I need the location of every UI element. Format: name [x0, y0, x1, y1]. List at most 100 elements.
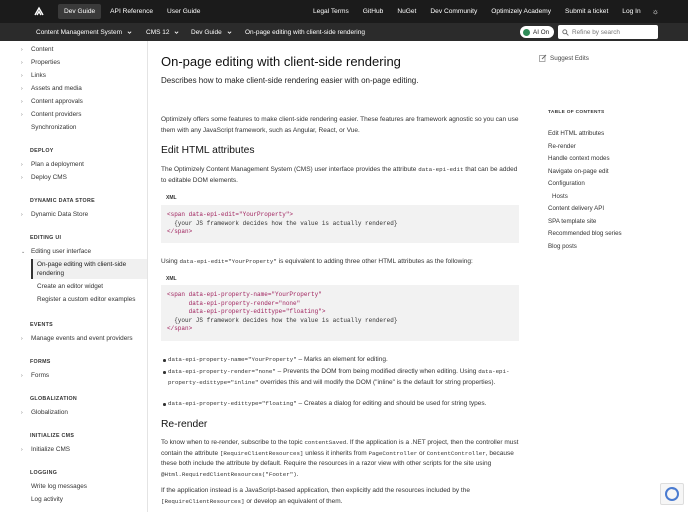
- sidebar-item-links[interactable]: › Links: [21, 72, 46, 79]
- sidebar-heading-deploy: DEPLOY: [30, 148, 54, 154]
- sidebar-item-label: Content: [31, 46, 54, 53]
- sidebar-item-content-approvals[interactable]: › Content approvals: [21, 98, 83, 105]
- rerender-text: To know when to re-render, subscribe to …: [161, 439, 303, 446]
- sidebar-item-label: Assets and media: [31, 85, 82, 92]
- chevron-right-icon: ›: [21, 161, 23, 168]
- toc-item[interactable]: Re-render: [548, 143, 576, 150]
- toc-item[interactable]: Recommended blog series: [548, 230, 622, 237]
- toc-item[interactable]: Configuration: [548, 180, 585, 187]
- sidebar-item-label: Write log messages: [31, 483, 87, 490]
- code-line: </span>: [167, 228, 193, 236]
- page-lede: Describes how to make client-side render…: [161, 76, 419, 85]
- sidebar-item-assets[interactable]: › Assets and media: [21, 85, 82, 92]
- optimizely-logo-icon[interactable]: [32, 5, 46, 19]
- current-page-crumb-label: On-page editing with client-side renderi…: [245, 28, 365, 36]
- rerender-text: or develop an equivalent of them.: [246, 497, 343, 505]
- recaptcha-icon: [665, 487, 679, 501]
- sidebar-item-deploy-cms[interactable]: › Deploy CMS: [21, 174, 67, 181]
- toc-item[interactable]: Edit HTML attributes: [548, 130, 604, 137]
- sidebar-item-label: Create an editor widget: [37, 283, 104, 290]
- sidebar-item-dynamic-data-store[interactable]: › Dynamic Data Store: [21, 211, 88, 218]
- toc-item[interactable]: Handle context modes: [548, 155, 610, 162]
- sidebar-item-label: Manage events and event providers: [31, 335, 133, 342]
- sidebar-item-label: Synchronization: [31, 124, 77, 131]
- sidebar-item-create-editor-widget[interactable]: Create an editor widget: [37, 283, 103, 290]
- chevron-right-icon: ›: [21, 46, 23, 53]
- ai-toggle[interactable]: AI On: [520, 26, 554, 38]
- nav-github[interactable]: GitHub: [356, 8, 391, 15]
- code-line: {your JS framework decides how the value…: [167, 219, 398, 227]
- chevron-right-icon: ›: [21, 111, 23, 118]
- guide-selector[interactable]: Dev Guide: [191, 29, 232, 36]
- sidebar-item-label: Properties: [31, 59, 61, 66]
- sidebar-item-on-page-editing[interactable]: On-page editing with client-side renderi…: [37, 261, 142, 278]
- inline-code: [RequireClientResources]: [219, 449, 304, 457]
- sidebar-item-log-activity[interactable]: Log activity: [31, 496, 63, 503]
- toggle-on-icon: [523, 28, 530, 36]
- inline-code: data-epi-property-name="YourProperty": [168, 356, 297, 363]
- sidebar-item-globalization[interactable]: › Globalization: [21, 409, 68, 416]
- sidebar-heading-editing-ui: EDITING UI: [30, 235, 62, 241]
- nav-log-in[interactable]: Log In: [615, 8, 647, 15]
- recaptcha-badge[interactable]: [660, 483, 684, 505]
- list-item: data-epi-property-edittype="floating" – …: [163, 399, 518, 410]
- chevron-down-icon: [227, 30, 232, 34]
- toc-item[interactable]: Hosts: [552, 193, 568, 200]
- toc-item[interactable]: Content delivery API: [548, 205, 604, 212]
- sidebar-heading-globalization: GLOBALIZATION: [30, 396, 78, 402]
- sidebar-item-properties[interactable]: › Properties: [21, 59, 61, 66]
- toc-item[interactable]: SPA template site: [548, 218, 596, 225]
- version-selector[interactable]: CMS 12: [146, 29, 179, 36]
- sidebar: › Content › Properties › Links › Assets and …: [0, 41, 148, 512]
- nav-dev-community[interactable]: Dev Community: [423, 8, 484, 15]
- nav-dev-guide[interactable]: Dev Guide: [58, 4, 102, 19]
- code-block-1[interactable]: <span data-epi-edit="YourProperty"> {you…: [161, 205, 519, 243]
- search-input[interactable]: Refine by search: [558, 25, 658, 39]
- sidebar-item-write-log-messages[interactable]: Write log messages: [31, 483, 87, 490]
- nav-api-reference[interactable]: API Reference: [103, 0, 160, 23]
- code-language-label: XML: [166, 195, 177, 201]
- inline-code: [RequireClientResources]: [161, 497, 245, 505]
- inline-code: ContentController: [426, 449, 486, 457]
- sidebar-item-content-providers[interactable]: › Content providers: [21, 111, 81, 118]
- sidebar-item-initialize-cms[interactable]: › Initialize CMS: [21, 446, 70, 453]
- inline-code: @Html.RequiredClientResources("Footer"): [161, 470, 297, 478]
- nav-submit-ticket[interactable]: Submit a ticket: [558, 8, 615, 15]
- nav-optimizely-academy[interactable]: Optimizely Academy: [484, 8, 558, 15]
- using-paragraph: Using data-epi-edit="YourProperty" is eq…: [161, 257, 521, 268]
- using-text-1: Using: [161, 258, 178, 265]
- sidebar-item-synchronization[interactable]: Synchronization: [31, 124, 76, 131]
- chevron-down-icon: ⌄: [21, 248, 26, 255]
- bullet-text: – Marks an element for editing.: [298, 356, 388, 363]
- chevron-right-icon: ›: [21, 372, 23, 379]
- nav-nuget[interactable]: NuGet: [390, 8, 423, 15]
- chevron-right-icon: ›: [21, 446, 23, 453]
- product-selector[interactable]: Content Management System: [36, 29, 132, 36]
- chevron-right-icon: ›: [21, 98, 23, 105]
- toc-item[interactable]: Navigate on-page edit: [548, 168, 609, 175]
- chevron-right-icon: ›: [21, 85, 23, 92]
- sidebar-item-label: Log activity: [31, 496, 63, 503]
- sidebar-heading-initialize: INITIALIZE CMS: [30, 433, 75, 439]
- current-page-crumb: On-page editing with client-side renderi…: [245, 29, 365, 36]
- sidebar-item-plan-deployment[interactable]: › Plan a deployment: [21, 161, 84, 168]
- code-block-2[interactable]: <span data-epi-property-name="YourProper…: [161, 285, 519, 341]
- nav-user-guide[interactable]: User Guide: [160, 0, 207, 23]
- theme-toggle-icon[interactable]: ☼: [652, 7, 659, 16]
- sidebar-item-label: Plan a deployment: [31, 161, 84, 168]
- sidebar-item-content[interactable]: › Content: [21, 46, 54, 53]
- sidebar-item-manage-events[interactable]: › Manage events and event providers: [21, 335, 133, 342]
- nav-legal-terms[interactable]: Legal Terms: [306, 8, 356, 15]
- chevron-down-icon: [175, 30, 179, 34]
- sidebar-item-forms[interactable]: › Forms: [21, 372, 49, 379]
- sidebar-item-register-custom-editor[interactable]: Register a custom editor examples: [37, 296, 135, 303]
- edit-icon: [539, 54, 547, 62]
- rerender-text: .: [296, 470, 299, 478]
- version-selector-label: CMS 12: [146, 28, 170, 36]
- toc-item[interactable]: Blog posts: [548, 243, 577, 250]
- sidebar-item-label: Editing user interface: [31, 248, 92, 255]
- code-line: data-epi-property-edittype="floating">: [167, 308, 326, 316]
- suggest-edits-link[interactable]: Suggest Edits: [539, 54, 589, 62]
- sidebar-item-editing-user-interface[interactable]: ⌄ Editing user interface: [21, 248, 92, 255]
- code-line: </span>: [167, 325, 193, 333]
